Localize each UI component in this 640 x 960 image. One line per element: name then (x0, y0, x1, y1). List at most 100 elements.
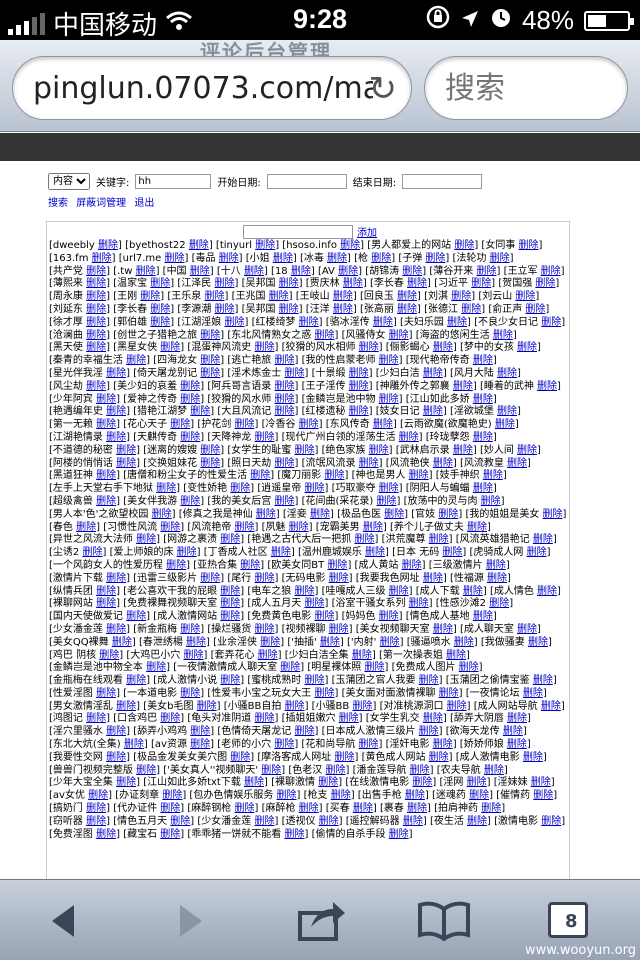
delete-link[interactable]: 删除 (180, 624, 200, 635)
delete-link[interactable]: 删除 (274, 496, 294, 507)
delete-link[interactable]: 删除 (261, 765, 281, 776)
delete-link[interactable]: 删除 (525, 304, 545, 315)
start-date-input[interactable] (266, 174, 347, 189)
delete-link[interactable]: 删除 (310, 509, 330, 520)
delete-link[interactable]: 删除 (86, 816, 106, 827)
delete-link[interactable]: 删除 (86, 342, 106, 353)
delete-link[interactable]: 删除 (304, 675, 324, 686)
delete-link[interactable]: 删除 (280, 662, 300, 673)
delete-link[interactable]: 删除 (86, 278, 106, 289)
delete-link[interactable]: 删除 (294, 726, 314, 737)
delete-link[interactable]: 删除 (473, 483, 493, 494)
delete-link[interactable]: 删除 (254, 432, 274, 443)
delete-link[interactable]: 删除 (250, 470, 270, 481)
delete-link[interactable]: 删除 (389, 586, 409, 597)
delete-link[interactable]: 删除 (484, 765, 504, 776)
delete-link[interactable]: 删除 (433, 342, 453, 353)
delete-link[interactable]: 删除 (523, 752, 543, 763)
delete-link[interactable]: 删除 (274, 458, 294, 469)
delete-link[interactable]: 删除 (380, 637, 400, 648)
delete-link[interactable]: 删除 (319, 816, 339, 827)
delete-link[interactable]: 删除 (349, 368, 369, 379)
delete-link[interactable]: 删除 (256, 509, 276, 520)
delete-link[interactable]: 删除 (373, 317, 393, 328)
search-input[interactable] (445, 71, 615, 106)
delete-link[interactable]: 删除 (190, 266, 210, 277)
delete-link[interactable]: 删除 (183, 650, 203, 661)
delete-link[interactable]: 删除 (407, 803, 427, 814)
delete-link[interactable]: 删除 (379, 611, 399, 622)
reload-icon[interactable]: ↻ (369, 69, 398, 109)
delete-link[interactable]: 删除 (260, 637, 280, 648)
end-date-input[interactable] (402, 174, 483, 189)
delete-link[interactable]: 删除 (454, 240, 474, 251)
search-link[interactable]: 搜索 (48, 198, 68, 209)
delete-link[interactable]: 删除 (274, 355, 294, 366)
delete-link[interactable]: 删除 (180, 496, 200, 507)
delete-link[interactable]: 删除 (364, 662, 384, 673)
delete-link[interactable]: 删除 (180, 394, 200, 405)
delete-link[interactable]: 删除 (220, 534, 240, 545)
delete-link[interactable]: 删除 (96, 394, 116, 405)
delete-link[interactable]: 删除 (325, 765, 345, 776)
delete-link[interactable]: 删除 (454, 637, 474, 648)
delete-link[interactable]: 删除 (447, 317, 467, 328)
delete-link[interactable]: 删除 (160, 829, 180, 840)
delete-link[interactable]: 删除 (289, 522, 309, 533)
delete-link[interactable]: 删除 (433, 624, 453, 635)
delete-link[interactable]: 删除 (116, 445, 136, 456)
delete-link[interactable]: 删除 (389, 330, 409, 341)
delete-link[interactable]: 删除 (453, 445, 473, 456)
delete-link[interactable]: 删除 (254, 816, 274, 827)
delete-link[interactable]: 删除 (170, 419, 190, 430)
delete-link[interactable]: 删除 (329, 624, 349, 635)
delete-link[interactable]: 删除 (86, 381, 106, 392)
delete-link[interactable]: 删除 (533, 534, 553, 545)
delete-link[interactable]: 删除 (410, 765, 430, 776)
delete-link[interactable]: 删除 (98, 240, 118, 251)
delete-link[interactable]: 删除 (220, 598, 240, 609)
delete-link[interactable]: 删除 (473, 432, 493, 443)
delete-link[interactable]: 删除 (379, 483, 399, 494)
delete-link[interactable]: 删除 (487, 573, 507, 584)
delete-link[interactable]: 删除 (166, 560, 186, 571)
delete-link[interactable]: 删除 (106, 432, 126, 443)
delete-link[interactable]: 删除 (88, 790, 108, 801)
keyword-input[interactable] (135, 174, 212, 189)
delete-link[interactable]: 删除 (304, 598, 324, 609)
delete-link[interactable]: 删除 (254, 713, 274, 724)
delete-link[interactable]: 删除 (116, 458, 136, 469)
delete-link[interactable]: 删除 (200, 573, 220, 584)
delete-link[interactable]: 删除 (150, 304, 170, 315)
delete-link[interactable]: 删除 (291, 266, 311, 277)
delete-link[interactable]: 删除 (451, 291, 471, 302)
delete-link[interactable]: 删除 (254, 624, 274, 635)
forward-button[interactable] (160, 896, 220, 946)
delete-link[interactable]: 删除 (220, 611, 240, 622)
delete-link[interactable]: 删除 (177, 547, 197, 558)
delete-link[interactable]: 删除 (180, 688, 200, 699)
delete-link[interactable]: 删除 (86, 291, 106, 302)
delete-link[interactable]: 删除 (453, 381, 473, 392)
delete-link[interactable]: 删除 (329, 573, 349, 584)
delete-link[interactable]: 删除 (333, 291, 353, 302)
delete-link[interactable]: 删除 (402, 560, 422, 571)
delete-link[interactable]: 删除 (446, 650, 466, 661)
delete-link[interactable]: 删除 (96, 586, 116, 597)
delete-link[interactable]: 删除 (333, 304, 353, 315)
delete-link[interactable]: 删除 (244, 266, 264, 277)
delete-link[interactable]: 删除 (112, 637, 132, 648)
delete-link[interactable]: 删除 (126, 675, 146, 686)
delete-link[interactable]: 删除 (369, 445, 389, 456)
delete-link[interactable]: 删除 (537, 381, 557, 392)
delete-link[interactable]: 删除 (490, 253, 510, 264)
delete-link[interactable]: 删除 (240, 560, 260, 571)
delete-link[interactable]: 删除 (507, 458, 527, 469)
delete-link[interactable]: 删除 (274, 406, 294, 417)
delete-link[interactable]: 删除 (150, 317, 170, 328)
delete-link[interactable]: 删除 (338, 266, 358, 277)
search-field[interactable] (424, 56, 628, 120)
delete-link[interactable]: 删除 (299, 803, 319, 814)
delete-link[interactable]: 删除 (340, 240, 360, 251)
delete-link[interactable]: 删除 (403, 816, 423, 827)
